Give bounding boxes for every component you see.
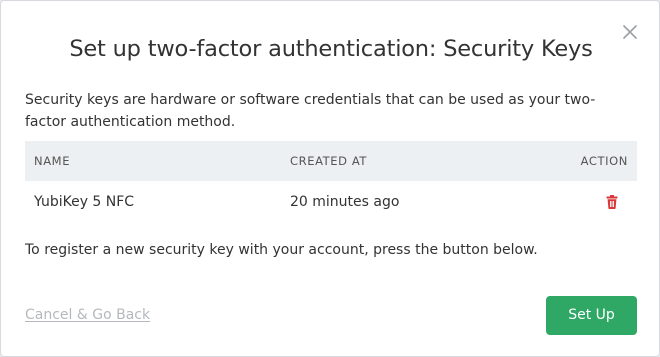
column-header-name: NAME: [34, 154, 71, 168]
delete-key-button[interactable]: [604, 194, 620, 210]
trash-icon: [606, 195, 618, 209]
dialog-description: Security keys are hardware or software c…: [25, 92, 596, 130]
table-row: YubiKey 5 NFC 20 minutes ago: [25, 181, 637, 223]
security-keys-table: NAME CREATED AT ACTION YubiKey 5 NFC 20 …: [25, 141, 637, 223]
key-created-at: 20 minutes ago: [290, 194, 400, 210]
column-header-created: CREATED AT: [290, 154, 368, 168]
set-up-button[interactable]: Set Up: [546, 296, 637, 335]
cancel-go-back-link[interactable]: Cancel & Go Back: [25, 305, 150, 325]
table-header: NAME CREATED AT ACTION: [25, 141, 637, 181]
register-instructions: To register a new security key with your…: [25, 242, 538, 258]
two-factor-dialog: Set up two-factor authentication: Securi…: [0, 0, 660, 357]
column-header-action: ACTION: [580, 154, 628, 168]
key-name: YubiKey 5 NFC: [34, 194, 135, 210]
dialog-title: Set up two-factor authentication: Securi…: [69, 36, 593, 62]
